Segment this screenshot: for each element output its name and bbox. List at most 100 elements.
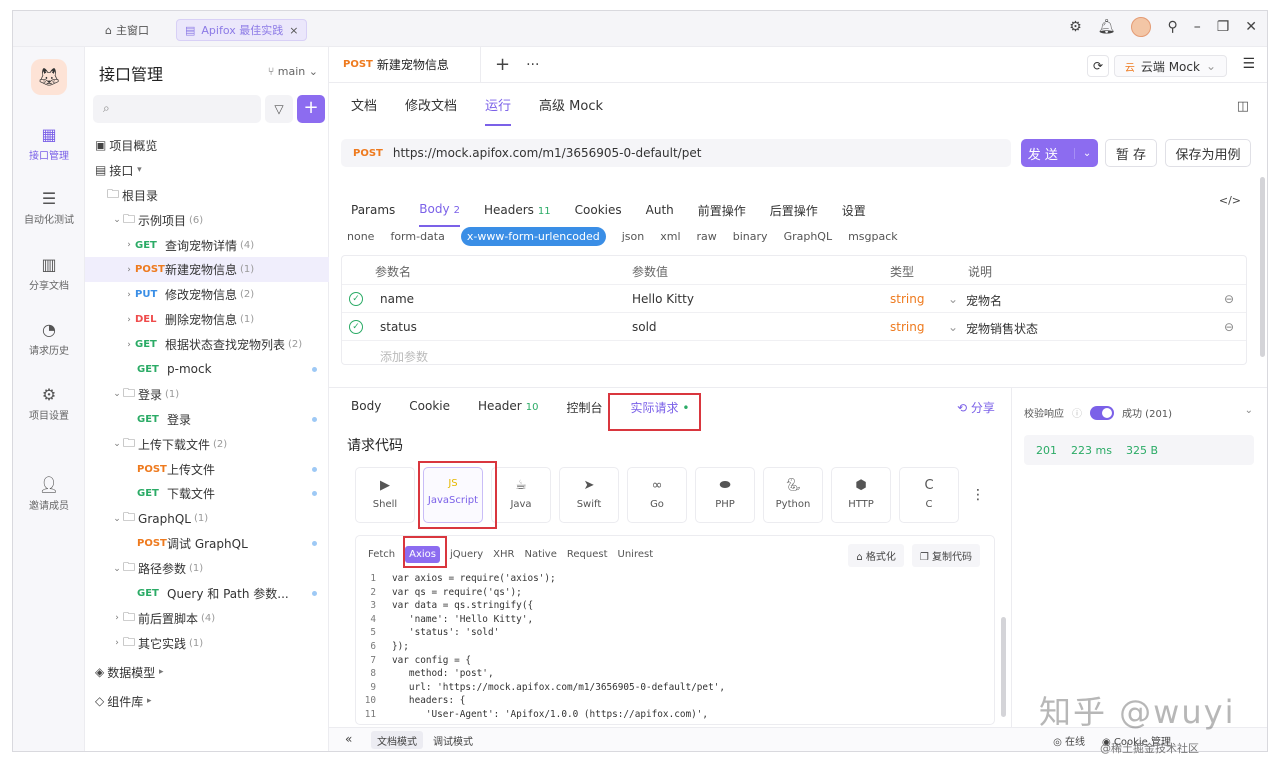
tab-advanced-mock[interactable]: 高级 Mock [539,95,603,126]
save-case-button[interactable]: 保存为用例 [1165,139,1251,167]
body-type-option[interactable]: json [622,230,645,243]
code-editor[interactable]: 1 var axios = require('axios'); 2 var qs = … [356,572,994,722]
tree-item[interactable]: › POST 新建宠物信息 (1) [85,257,329,283]
tree-item[interactable]: › PUT 修改宠物信息 (2) [85,282,329,307]
param-desc[interactable]: 宠物名 [966,292,1002,309]
tree-item[interactable]: › 🗀︎ 其它实践 (1) [85,631,329,656]
validate-toggle[interactable] [1090,405,1114,420]
tree-item[interactable]: › 🗀︎ 前后置脚本 (4) [85,606,329,631]
response-tab[interactable]: Header 10 [478,399,538,416]
remove-row-icon[interactable]: ⊖ [1224,292,1234,306]
new-tab-button[interactable]: + [495,54,510,75]
rail-settings[interactable]: ⚙ 项目设置 [13,385,85,422]
library-tab[interactable]: jQuery [450,549,483,560]
rail-history[interactable]: ◔ 请求历史 [13,320,85,357]
param-value[interactable]: Hello Kitty [632,292,694,306]
url-input[interactable]: POST https://mock.apifox.com/m1/3656905-… [341,139,1011,167]
help-icon[interactable]: ⓘ [1072,405,1082,420]
response-tab[interactable]: 控制台 [566,399,602,416]
param-tab[interactable]: Cookies [575,203,622,217]
tree-item[interactable]: › GET 查询宠物详情 (4) [85,233,329,258]
share-button[interactable]: ⟲ 分享 [957,399,995,416]
language-option[interactable]: CC [899,467,959,523]
param-tab[interactable]: Params [351,203,395,217]
rail-invite[interactable]: 👤︎ 邀请成员 [13,475,85,512]
tab-edit-doc[interactable]: 修改文档 [405,95,457,126]
response-tab[interactable]: Cookie [409,399,450,416]
tree-item[interactable]: › DEL 删除宠物信息 (1) [85,307,329,332]
settings-icon[interactable]: ⚙ [1069,19,1082,35]
param-tab[interactable]: Headers 11 [484,203,551,217]
param-tab[interactable]: Body 2 [419,202,460,227]
environment-selector[interactable]: 云 云端 Mock ⌄ [1113,55,1227,77]
caret-right-icon[interactable]: › [123,290,135,300]
tree-item[interactable]: GET 下载文件 [85,481,329,506]
language-option[interactable]: ⬢ HTTP [831,467,891,523]
body-type-option[interactable]: msgpack [848,230,898,243]
filter-button[interactable]: ▽ [265,95,293,123]
caret-right-icon[interactable]: › [111,638,123,648]
close-window-icon[interactable]: ✕ [1245,19,1257,35]
type-chevron-icon[interactable]: ⌄ [948,292,958,306]
doc-mode-button[interactable]: 文档模式 [371,731,423,749]
menu-icon[interactable]: ☰ [1242,56,1255,72]
param-desc[interactable]: 宠物销售状态 [966,320,1038,337]
project-tab[interactable]: ▤ Apifox 最佳实践 × [176,19,308,41]
add-button[interactable]: + [297,95,325,123]
type-chevron-icon[interactable]: ⌄ [948,320,958,334]
tree-item[interactable]: ⌄ 🗀︎ 示例项目 (6) [85,208,329,233]
language-option[interactable]: ⬬ PHP [695,467,755,523]
minimize-icon[interactable]: – [1194,19,1201,35]
library-tab[interactable]: Unirest [618,549,654,560]
library-tab[interactable]: Request [567,549,608,560]
pin-icon[interactable]: ⚲ [1167,19,1177,35]
body-type-option[interactable]: GraphQL [784,230,833,243]
body-type-option[interactable]: x-www-form-urlencoded [460,227,606,246]
param-type[interactable]: string [890,292,924,306]
caret-right-icon[interactable]: › [123,265,135,275]
rail-share-docs[interactable]: ▥ 分享文档 [13,255,85,292]
caret-down-icon[interactable]: ⌄ [111,215,123,225]
tree-item[interactable]: ⌄ 🗀︎ 登录 (1) [85,382,329,407]
send-dropdown-icon[interactable]: ⌄ [1073,147,1091,159]
language-option[interactable]: ☕ Java [491,467,551,523]
library-tab[interactable]: Native [525,549,557,560]
body-type-option[interactable]: binary [733,230,768,243]
add-param-placeholder[interactable]: 添加参数 [380,348,428,365]
add-param-row[interactable]: 添加参数 [342,340,1246,368]
tree-data-models[interactable]: ◈ 数据模型 ▸ [85,660,329,685]
param-name[interactable]: name [380,292,414,306]
tree-item[interactable]: ⌄ 🗀︎ GraphQL (1) [85,506,329,531]
tree-item[interactable]: GET 登录 [85,407,329,432]
close-tab-icon[interactable]: × [289,24,298,37]
code-view-icon[interactable]: </> [1219,194,1241,207]
row-enabled-checkbox[interactable]: ✓ [349,292,363,306]
tree-item[interactable]: POST 调试 GraphQL [85,531,329,556]
user-avatar[interactable] [1131,17,1152,37]
body-type-option[interactable]: none [347,230,374,243]
caret-right-icon[interactable]: › [123,315,135,325]
branch-selector[interactable]: ⑂ main ⌄ [268,65,318,78]
url-method[interactable]: POST [353,148,383,159]
language-option[interactable]: ➤ Swift [559,467,619,523]
tree-overview[interactable]: ▣ 项目概览 [85,133,329,158]
caret-down-icon[interactable]: ⌄ [111,514,123,524]
code-scrollbar[interactable] [1001,617,1006,717]
body-type-option[interactable]: raw [697,230,717,243]
param-type[interactable]: string [890,320,924,334]
tree-apis[interactable]: ▤ 接口 ▾ [85,158,329,183]
tree-item[interactable]: GET Query 和 Path 参数... [85,581,329,606]
tree-root[interactable]: 🗀︎ 根目录 [85,183,329,208]
param-value[interactable]: sold [632,320,657,334]
debug-mode-button[interactable]: 调试模式 [427,731,479,749]
response-tab[interactable]: Body [351,399,381,416]
library-tab[interactable]: XHR [493,549,514,560]
format-button[interactable]: ⌂ 格式化 [848,544,904,567]
caret-down-icon[interactable]: ⌄ [111,564,123,574]
param-tab[interactable]: 前置操作 [698,202,746,219]
param-tab[interactable]: Auth [646,203,674,217]
refresh-icon[interactable]: ⟳ [1087,55,1109,77]
chevron-down-icon[interactable]: ⌄ [1245,405,1253,416]
home-tab[interactable]: ⌂ 主窗口 [105,20,149,40]
language-option[interactable]: ∞ Go [627,467,687,523]
